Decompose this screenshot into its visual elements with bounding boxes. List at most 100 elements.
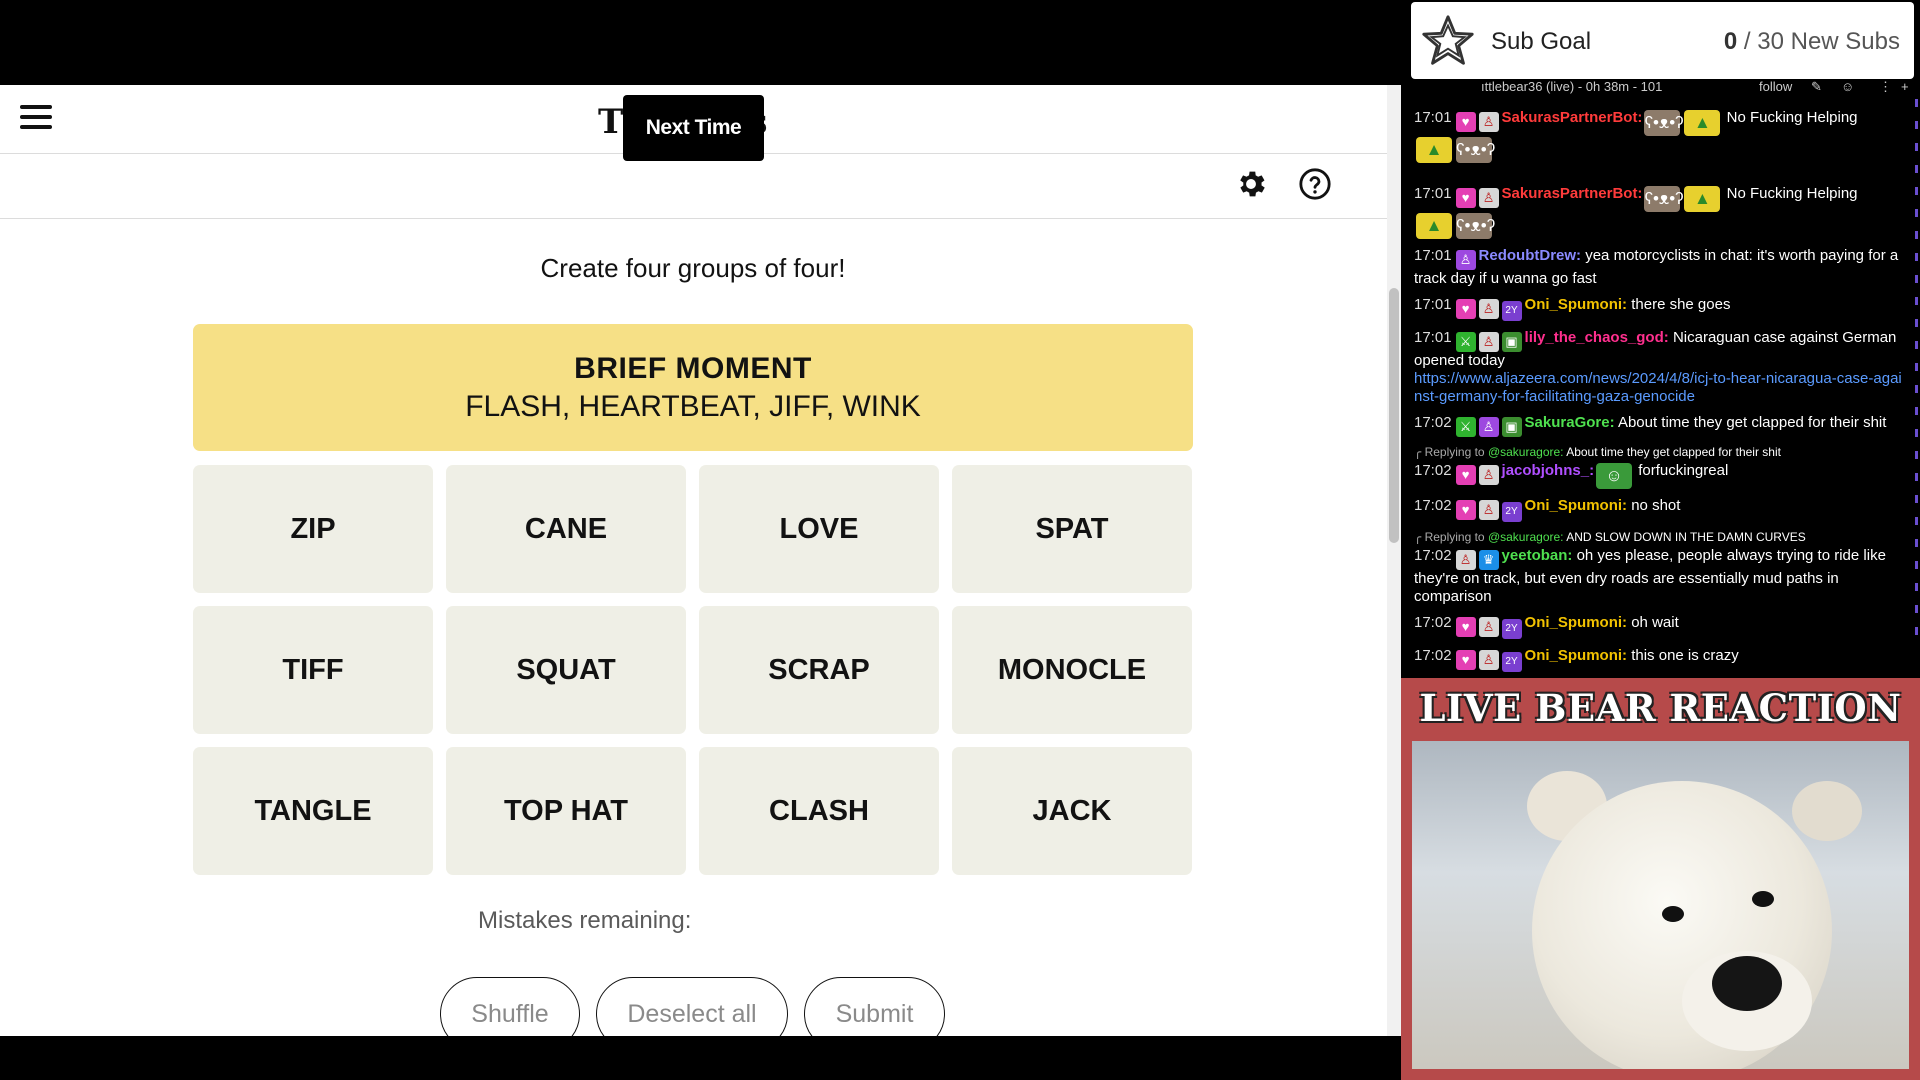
chat-message: 17:02 ♥ ♙ 2Y Oni_Spumoni: no shot [1414,497,1904,522]
sword-badge-icon: ⚔ [1455,332,1476,352]
hamburger-menu-icon[interactable] [20,101,52,133]
chat-username[interactable]: RedoubtDrew: [1479,247,1582,264]
more-icon[interactable]: ⋮ [1879,79,1892,95]
add-icon[interactable]: + [1901,79,1909,94]
bot-badge-icon: ♙ [1478,500,1499,520]
message-link[interactable]: https://www.aljazeera.com/news/2024/4/8/… [1414,370,1902,405]
chat-username[interactable]: SakurasPartnerBot: [1502,185,1643,202]
subscriber-badge-icon: 2Y [1501,619,1522,639]
polar-bear-image [1412,741,1909,1069]
pencil-icon[interactable]: ✎ [1811,79,1822,95]
chat-message: 17:02 ♙ ♛ yeetoban: oh yes please, people a… [1414,547,1904,606]
message-time: 17:01 [1414,247,1452,264]
triangle-emote-icon: ▲ [1416,137,1452,163]
gift-badge-icon: ▣ [1501,417,1522,437]
instructions-text: Create four groups of four! [540,253,846,283]
message-time: 17:02 [1414,414,1452,431]
bear-emote-icon: ʕ•ᴥ•ʔ [1456,137,1495,163]
sub-goal-label: Sub Goal [1491,28,1592,55]
chat-message: 17:02 ♥ ♙ jacobjohns_: ☺ forfuckingreal [1414,462,1904,489]
triangle-emote-icon: ▲ [1416,213,1452,239]
chat-message: 17:01 ♥ ♙ SakurasPartnerBot: ʕ•ᴥ•ʔ ▲ No Fucki… [1414,109,1904,163]
message-time: 17:01 [1414,296,1452,313]
message-time: 17:02 [1414,614,1452,631]
word-tile[interactable]: CLASH [699,747,939,875]
message-time: 17:01 [1414,329,1452,346]
submit-button[interactable]: Submit [804,977,945,1036]
scrollbar-thumb[interactable] [1389,288,1399,543]
triangle-emote-icon: ▲ [1684,186,1721,212]
solved-group-title: BRIEF MOMENT [574,352,812,385]
heart-badge-icon: ♥ [1455,617,1476,637]
word-tile[interactable]: TIFF [193,606,433,734]
chat-username[interactable]: jacobjohns_: [1502,462,1595,479]
bot-badge-icon: ♙ [1478,188,1499,208]
reply-context: ╭ Replying to @sakuragore: About time th… [1414,445,1781,459]
chat-username[interactable]: SakuraGore: [1525,414,1615,431]
heart-badge-icon: ♥ [1455,299,1476,319]
bear-emote-icon: ʕ•ᴥ•ʔ [1644,186,1684,212]
message-text: this one is crazy [1631,647,1739,664]
chat-username[interactable]: Oni_Spumoni: [1525,497,1628,514]
word-tile[interactable]: CANE [446,465,686,593]
subscriber-badge-icon: 2Y [1501,301,1522,321]
chat-username[interactable]: Oni_Spumoni: [1525,614,1628,631]
word-tile[interactable]: LOVE [699,465,939,593]
message-text: no shot [1631,497,1681,514]
word-tile[interactable]: SPAT [952,465,1192,593]
game-toolbar [0,154,1387,219]
chat-message: 17:01 ♥ ♙ SakurasPartnerBot: ʕ•ᴥ•ʔ ▲ No Fucki… [1414,185,1904,239]
bear-emote-icon: ʕ•ᴥ•ʔ [1456,213,1495,239]
chat-message: 17:01 ♥ ♙ 2Y Oni_Spumoni: there she goes [1414,296,1904,321]
word-tile[interactable]: MONOCLE [952,606,1192,734]
word-tile[interactable]: SQUAT [446,606,686,734]
action-buttons: Shuffle Deselect all Submit [440,977,945,1036]
bot-badge-icon: ♙ [1455,550,1476,570]
word-tile[interactable]: SCRAP [699,606,939,734]
users-icon[interactable]: ☺ [1841,79,1854,94]
deselect-all-button[interactable]: Deselect all [596,977,788,1036]
word-tile[interactable]: TANGLE [193,747,433,875]
word-grid: ZIP CANE LOVE SPAT TIFF SQUAT SCRAP MONO… [193,465,1193,875]
chat-message: 17:01 ♙ RedoubtDrew: yea motorcyclists in … [1414,247,1904,288]
message-text: forfuckingreal [1638,462,1729,479]
word-tile[interactable]: ZIP [193,465,433,593]
bot-badge-icon: ♙ [1478,299,1499,319]
sword-badge-icon: ⚔ [1455,417,1476,437]
message-time: 17:02 [1414,462,1452,479]
subscriber-badge-icon: 2Y [1501,652,1522,672]
message-text: oh wait [1631,614,1679,631]
user-badge-icon: ♙ [1478,417,1499,437]
message-time: 17:01 [1414,185,1452,202]
word-tile[interactable]: TOP HAT [446,747,686,875]
chat-username[interactable]: Oni_Spumoni: [1525,647,1628,664]
heart-badge-icon: ♥ [1455,188,1476,208]
gift-badge-icon: ▣ [1501,332,1522,352]
gear-icon[interactable] [1234,167,1268,201]
word-tile[interactable]: JACK [952,747,1192,875]
message-time: 17:02 [1414,647,1452,664]
solved-group: BRIEF MOMENT FLASH, HEARTBEAT, JIFF, WIN… [193,324,1193,451]
chat-username[interactable]: lily_the_chaos_god: [1525,329,1669,346]
help-icon[interactable] [1298,167,1332,201]
message-text: there she goes [1631,296,1731,313]
bear-panel-title: LIVE BEAR REACTION [1419,686,1902,730]
solved-group-members: FLASH, HEARTBEAT, JIFF, WINK [465,390,921,423]
follow-button[interactable]: follow [1759,79,1792,94]
message-text: No Fucking Helping [1726,109,1858,126]
chat-message: 17:02 ♥ ♙ 2Y Oni_Spumoni: this one is crazy [1414,647,1904,672]
page-scrollbar[interactable] [1387,85,1401,1036]
chat-username[interactable]: Oni_Spumoni: [1525,296,1628,313]
sub-goal-widget: Sub Goal 0 / 30 New Subs [1411,2,1914,79]
message-time: 17:02 [1414,497,1452,514]
toast-message: Next Time [623,95,764,161]
chat-message: 17:01 ⚔ ♙ ▣ lily_the_chaos_god: Nicaraguan c… [1414,329,1904,406]
sub-goal-count: 0 / 30 New Subs [1723,28,1900,55]
shuffle-button[interactable]: Shuffle [440,977,580,1036]
reply-context: ╭ Replying to @sakuragore: AND SLOW DOWN… [1414,530,1806,544]
bot-badge-icon: ♙ [1478,465,1499,485]
pepe-emote-icon: ☺ [1596,463,1633,489]
chat-username[interactable]: SakurasPartnerBot: [1502,109,1643,126]
message-text: No Fucking Helping [1726,185,1858,202]
chat-username[interactable]: yeetoban: [1502,547,1573,564]
